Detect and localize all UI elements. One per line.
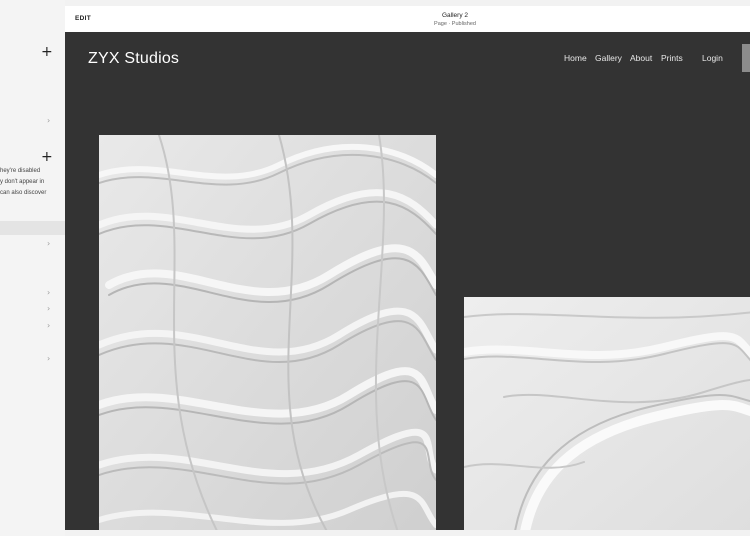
panel-description-line: can also discover bbox=[0, 190, 47, 196]
chevron-right-icon[interactable]: › bbox=[47, 288, 50, 297]
textured-plaster-image bbox=[464, 297, 750, 530]
chevron-right-icon[interactable]: › bbox=[47, 116, 50, 125]
page-status: Page · Published bbox=[434, 21, 476, 27]
nav-link-gallery[interactable]: Gallery bbox=[595, 53, 622, 63]
page-info: Gallery 2 Page · Published bbox=[65, 11, 750, 28]
header-button[interactable] bbox=[742, 44, 750, 72]
textured-plaster-image bbox=[99, 135, 436, 530]
panel-description-line: hey're disabled bbox=[0, 168, 41, 174]
pages-panel: + › + hey're disabled y don't appear in … bbox=[0, 0, 65, 536]
panel-description: hey're disabled y don't appear in can al… bbox=[0, 166, 65, 199]
site-preview: ZYX Studios Home Gallery About Prints Lo… bbox=[65, 32, 750, 530]
page-title: Gallery 2 bbox=[441, 12, 468, 19]
editor-top-bar: EDIT Gallery 2 Page · Published bbox=[65, 6, 750, 32]
gallery-image[interactable] bbox=[99, 135, 436, 530]
chevron-right-icon[interactable]: › bbox=[47, 321, 50, 330]
add-page-icon[interactable]: + bbox=[41, 45, 53, 59]
chevron-right-icon[interactable]: › bbox=[47, 354, 50, 363]
nav-link-prints[interactable]: Prints bbox=[661, 53, 683, 63]
gallery-image[interactable] bbox=[464, 297, 750, 530]
panel-description-line: y don't appear in bbox=[0, 179, 45, 185]
editor-window: + › + hey're disabled y don't appear in … bbox=[0, 0, 750, 536]
chevron-right-icon[interactable]: › bbox=[47, 239, 50, 248]
nav-link-home[interactable]: Home bbox=[564, 53, 587, 63]
nav-link-about[interactable]: About bbox=[630, 53, 652, 63]
site-logo[interactable]: ZYX Studios bbox=[88, 50, 179, 68]
selected-page-row[interactable] bbox=[0, 221, 65, 235]
chevron-right-icon[interactable]: › bbox=[47, 304, 50, 313]
nav-link-login[interactable]: Login bbox=[702, 53, 723, 63]
add-page-icon[interactable]: + bbox=[41, 150, 53, 164]
